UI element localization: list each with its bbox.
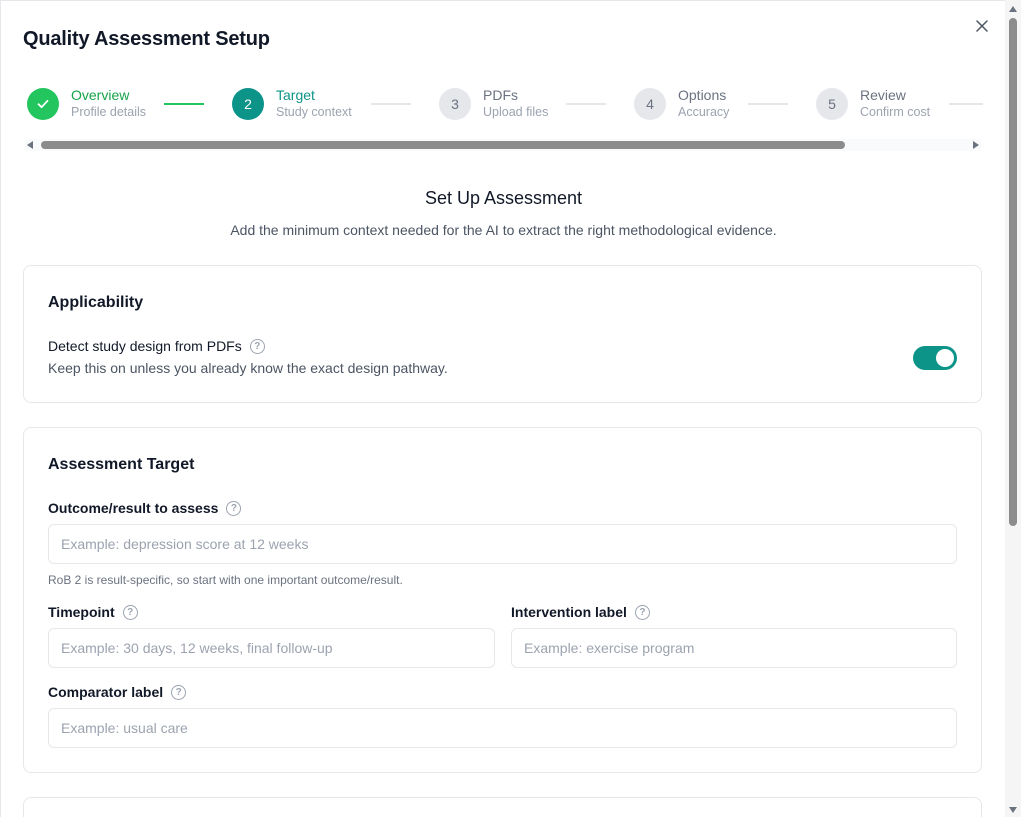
intervention-label-text: Intervention label — [511, 604, 627, 620]
detect-design-toggle[interactable] — [913, 346, 957, 370]
step-options[interactable]: 4 Options Accuracy — [634, 87, 729, 120]
comparator-input[interactable] — [48, 708, 957, 748]
step-connector — [949, 103, 983, 105]
step-sub: Confirm cost — [860, 105, 931, 119]
step-connector — [371, 103, 411, 105]
help-icon[interactable]: ? — [249, 338, 265, 354]
check-icon — [27, 87, 59, 120]
timepoint-input[interactable] — [48, 628, 495, 668]
outcome-label: Outcome/result to assess ? — [48, 500, 242, 516]
step-review[interactable]: 5 Review Confirm cost — [816, 87, 930, 120]
scroll-up-icon[interactable] — [1009, 6, 1017, 12]
outcome-input[interactable] — [48, 524, 957, 564]
intervention-input[interactable] — [511, 628, 957, 668]
scrollbar-thumb[interactable] — [41, 141, 845, 149]
scroll-left-icon[interactable] — [27, 141, 33, 149]
step-label: Review — [860, 87, 906, 103]
detect-design-description: Keep this on unless you already know the… — [48, 360, 448, 376]
help-icon[interactable]: ? — [634, 604, 650, 620]
comparator-label-text: Comparator label — [48, 684, 164, 700]
timepoint-label-text: Timepoint — [48, 604, 115, 620]
step-sub: Profile details — [71, 105, 147, 119]
outcome-label-text: Outcome/result to assess — [48, 500, 219, 516]
timepoint-label: Timepoint ? — [48, 604, 138, 620]
help-icon[interactable]: ? — [171, 684, 187, 700]
step-label: Target — [276, 87, 315, 103]
vertical-scrollbar[interactable] — [1005, 0, 1021, 817]
step-label: Overview — [71, 87, 130, 103]
stepper-scrollbar[interactable] — [25, 139, 981, 151]
detect-design-label: Detect study design from PDFs ? — [48, 338, 265, 354]
step-pdfs[interactable]: 3 PDFs Upload files — [439, 87, 548, 120]
intervention-label: Intervention label ? — [511, 604, 650, 620]
scrollbar-thumb[interactable] — [1009, 18, 1017, 526]
step-connector — [566, 103, 606, 105]
step-number: 2 — [232, 87, 264, 120]
step-overview[interactable]: Overview Profile details — [27, 87, 146, 120]
assessment-dialog: Quality Assessment Setup Overview Profil… — [0, 0, 1005, 817]
card-title: Assessment Target — [48, 456, 195, 473]
applicability-card: Applicability Detect study design from P… — [23, 265, 982, 403]
comparator-label: Comparator label ? — [48, 684, 187, 700]
step-target[interactable]: 2 Target Study context — [232, 87, 352, 120]
setup-title: Set Up Assessment — [424, 188, 583, 208]
help-icon[interactable]: ? — [122, 604, 138, 620]
stepper: Overview Profile details 2 Target Study … — [27, 87, 983, 123]
assessment-target-card: Assessment Target Outcome/result to asse… — [23, 427, 982, 773]
setup-description: Add the minimum context needed for the A… — [230, 222, 777, 238]
help-icon[interactable]: ? — [226, 500, 242, 516]
step-label: Options — [678, 87, 727, 103]
close-icon — [976, 20, 988, 32]
step-label: PDFs — [483, 87, 518, 103]
step-connector — [164, 103, 204, 105]
detect-design-text: Detect study design from PDFs — [48, 338, 242, 354]
scroll-right-icon[interactable] — [973, 141, 979, 149]
scroll-down-icon[interactable] — [1009, 807, 1017, 813]
dialog-title: Quality Assessment Setup — [23, 28, 270, 50]
step-connector — [748, 103, 788, 105]
step-sub: Accuracy — [678, 105, 730, 119]
outcome-hint: RoB 2 is result-specific, so start with … — [48, 573, 403, 587]
step-number: 3 — [439, 87, 471, 120]
toggle-knob — [936, 349, 954, 367]
step-sub: Study context — [276, 105, 352, 119]
next-card — [23, 797, 982, 817]
close-button[interactable] — [971, 15, 993, 37]
step-number: 5 — [816, 87, 848, 120]
step-number: 4 — [634, 87, 666, 120]
step-sub: Upload files — [483, 105, 549, 119]
card-title: Applicability — [48, 294, 144, 311]
